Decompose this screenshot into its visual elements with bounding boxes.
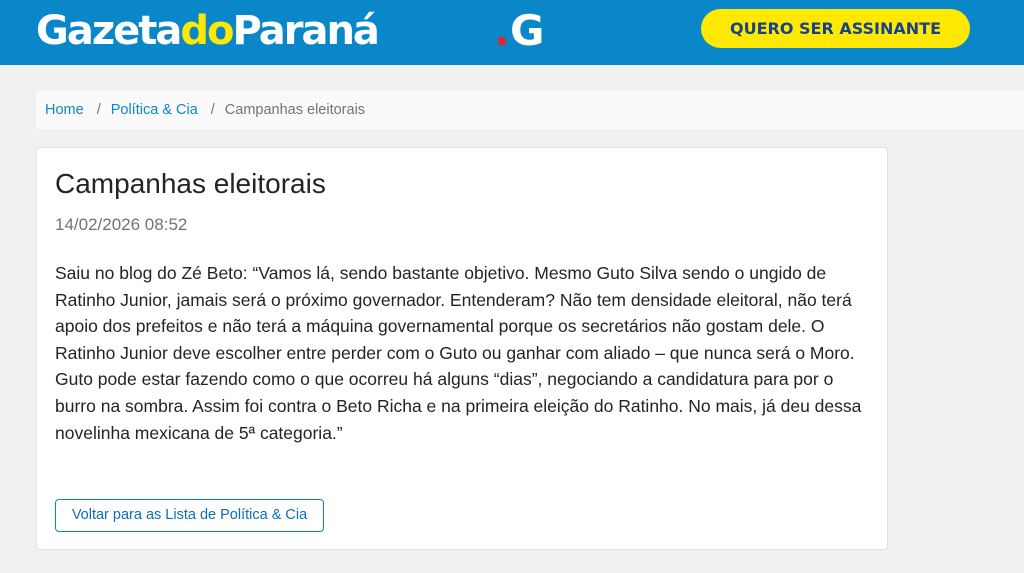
page-title: Campanhas eleitorais [55,168,326,199]
article-date: 14/02/2026 08:52 [55,215,188,234]
site-logo[interactable]: GazetadoParaná [36,6,380,56]
breadcrumb-separator: / [96,102,101,118]
logo-text-gazeta: Gazeta [36,8,182,54]
g-logo-dot: . [494,6,510,55]
logo-text-do: do [180,8,234,54]
logo-text-parana: Paraná [232,8,379,54]
breadcrumb-current: Campanhas eleitorais [224,102,366,118]
g-logo-letter: G [509,6,545,55]
breadcrumb-separator: / [210,102,215,118]
breadcrumb-section-link[interactable]: Política & Cia [111,102,198,118]
breadcrumb-home-link[interactable]: Home [45,102,84,118]
back-to-list-button[interactable]: Voltar para as Lista de Política & Cia [55,499,324,532]
article-card: Campanhas eleitorais 14/02/2026 08:52 Sa… [36,147,888,550]
article-body: Saiu no blog do Zé Beto: “Vamos lá, send… [55,263,862,443]
breadcrumb: Home / Política & Cia / Campanhas eleito… [36,91,1024,129]
g-logo-icon[interactable]: .G [494,6,544,56]
site-header: GazetadoParaná .G QUERO SER ASSINANTE [0,0,1024,65]
subscribe-button[interactable]: QUERO SER ASSINANTE [701,9,970,48]
